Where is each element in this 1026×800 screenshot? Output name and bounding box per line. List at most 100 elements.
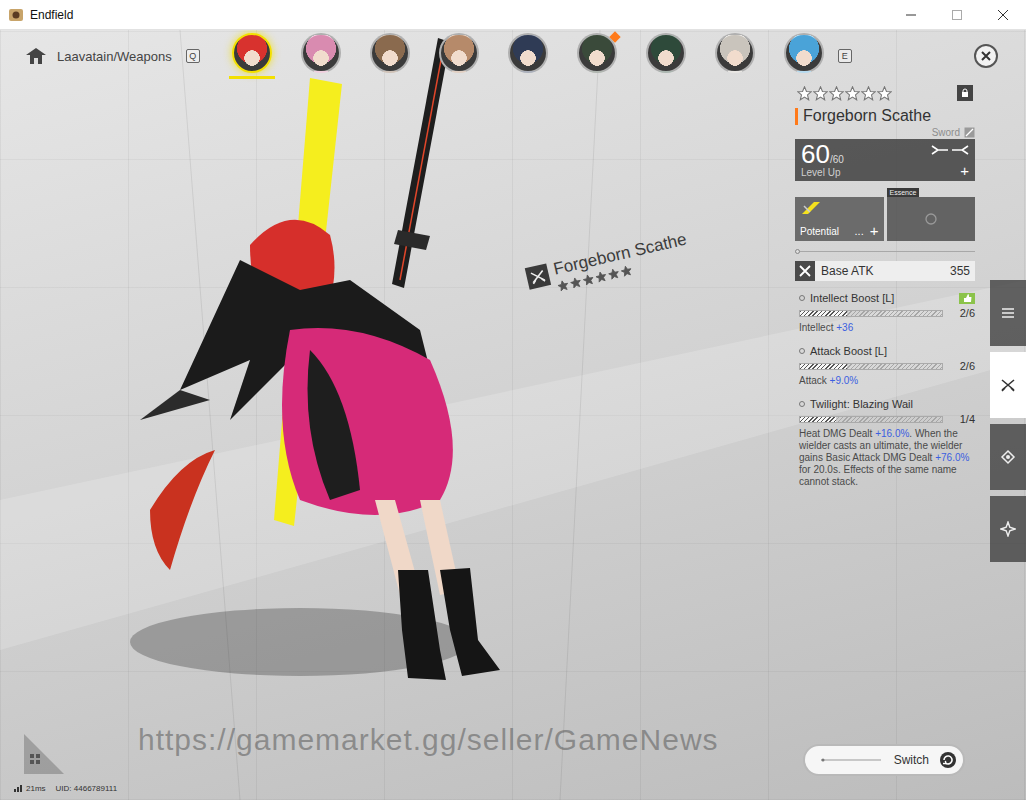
weapon-icon	[1000, 377, 1016, 393]
sword-badge	[525, 263, 551, 289]
star-icon	[813, 86, 828, 101]
window-controls	[888, 0, 1026, 29]
stat-value: +76.0%	[935, 452, 969, 463]
avatar-underline	[574, 76, 620, 79]
character-avatar[interactable]	[577, 33, 617, 79]
stat-bullet	[799, 401, 805, 407]
side-tab[interactable]	[990, 280, 1026, 346]
essence-card[interactable]: Essence	[887, 197, 976, 241]
side-tab[interactable]	[990, 496, 1026, 562]
avatar-underline	[712, 76, 758, 79]
star-icon	[582, 273, 595, 286]
game-view: Forgeborn ScatheLaavatain/WeaponsQEForge…	[0, 30, 1026, 800]
accent-bar	[795, 108, 798, 125]
bottom-bar: 21msUID: 4466789111 Switch	[0, 722, 1026, 800]
next-key-hint[interactable]: E	[838, 49, 852, 63]
maximize-button[interactable]	[934, 0, 980, 29]
upgrade-cards: Potential... + Essence	[795, 197, 975, 241]
watermark: https://gamemarket.gg/seller/GameNews	[138, 723, 719, 757]
character-avatar[interactable]	[439, 33, 479, 79]
close-icon	[981, 51, 991, 61]
app-window: EndfieldForgeborn ScatheLaavatain/Weapon…	[0, 0, 1026, 800]
character-avatar[interactable]	[232, 33, 272, 79]
star-icon	[557, 279, 570, 292]
avatar-underline	[643, 76, 689, 79]
level-info: 60/60Level Up	[801, 141, 844, 178]
weapon-icon	[528, 267, 547, 286]
level-number: 60/60	[801, 141, 844, 167]
close-button[interactable]	[980, 0, 1026, 29]
atk-badge	[795, 261, 815, 281]
stat-description: Intellect +36	[799, 322, 975, 334]
avatar-underline	[436, 76, 482, 79]
level-box[interactable]: 60/60Level Up +	[795, 139, 975, 181]
lock-button[interactable]	[957, 85, 973, 101]
base-atk-row: Base ATK355	[795, 261, 975, 281]
stat-bar-row: 2/6	[799, 307, 975, 319]
lock-icon	[960, 88, 970, 98]
potential-label: Potential	[800, 226, 839, 237]
breakthrough-icon	[951, 145, 969, 155]
star-icon	[829, 86, 844, 101]
stat-value: +16.0%	[875, 428, 909, 439]
menu-corner-button[interactable]	[24, 734, 64, 774]
potential-card[interactable]: Potential... +	[795, 197, 884, 241]
breadcrumb-label: Laavatain/Weapons	[57, 49, 172, 64]
stat-text: Intellect	[799, 322, 836, 333]
character-avatar[interactable]	[784, 33, 824, 79]
stat-item: Intellect Boost [L]2/6Intellect +36	[795, 292, 975, 334]
stat-bullet	[799, 348, 805, 354]
stat-value: +36	[836, 322, 853, 333]
side-tab[interactable]	[990, 424, 1026, 490]
star-icon	[620, 264, 633, 277]
avatar-underline	[367, 76, 413, 79]
current-level: 60	[801, 141, 830, 167]
avatar-portrait	[784, 33, 824, 73]
ping-text: 21ms	[26, 784, 46, 793]
minimize-button[interactable]	[888, 0, 934, 29]
character-avatar[interactable]	[370, 33, 410, 79]
switch-button[interactable]: Switch	[803, 744, 965, 776]
potential-plus[interactable]: +	[870, 224, 879, 238]
prev-key-hint[interactable]: Q	[186, 49, 200, 63]
window-title: Endfield	[30, 8, 73, 22]
stat-level-track	[799, 416, 943, 423]
potential-more[interactable]: ...	[855, 225, 864, 237]
gear-icon	[1000, 449, 1016, 465]
max-level: /60	[830, 154, 844, 165]
character-avatar[interactable]	[301, 33, 341, 79]
sword-icon	[964, 127, 975, 138]
avatar-underline	[298, 76, 344, 79]
character-avatar[interactable]	[715, 33, 755, 79]
star-icon	[607, 267, 620, 280]
stat-description: Attack +9.0%	[799, 375, 975, 387]
stat-header: Twilight: Blazing Wail	[799, 398, 975, 410]
avatar-underline	[505, 76, 551, 79]
character-avatar[interactable]	[508, 33, 548, 79]
level-up-plus[interactable]: +	[960, 164, 969, 178]
title-bar: Endfield	[0, 0, 1026, 30]
character-avatar[interactable]	[646, 33, 686, 79]
weapon-panel: Forgeborn ScatheSword60/60Level Up+Poten…	[795, 85, 975, 722]
stat-rank: 2/6	[951, 307, 975, 319]
weapon-type-row: Sword	[795, 127, 975, 138]
star-icon	[861, 86, 876, 101]
close-screen-button[interactable]	[974, 44, 998, 68]
stat-bar-row: 2/6	[799, 360, 975, 372]
stat-bullet	[799, 295, 805, 301]
potential-icon	[800, 200, 822, 216]
stat-text: Attack	[799, 375, 830, 386]
status-row: 21msUID: 4466789111	[14, 784, 123, 793]
weapon-name-row: Forgeborn Scathe	[795, 107, 975, 125]
armory-logo-icon	[25, 47, 47, 65]
star-icon	[797, 86, 812, 101]
divider-dot	[795, 249, 800, 254]
stat-rank: 2/6	[951, 360, 975, 372]
hud: Laavatain/Weapons Q E Forgeborn Scathe Sword…	[0, 30, 1026, 800]
base-atk-value: 355	[950, 264, 970, 278]
side-tab[interactable]	[990, 352, 1026, 418]
stat-level-track	[799, 310, 943, 317]
signal-icon	[14, 785, 22, 792]
avatar-portrait	[439, 33, 479, 73]
level-extras: +	[931, 141, 969, 178]
